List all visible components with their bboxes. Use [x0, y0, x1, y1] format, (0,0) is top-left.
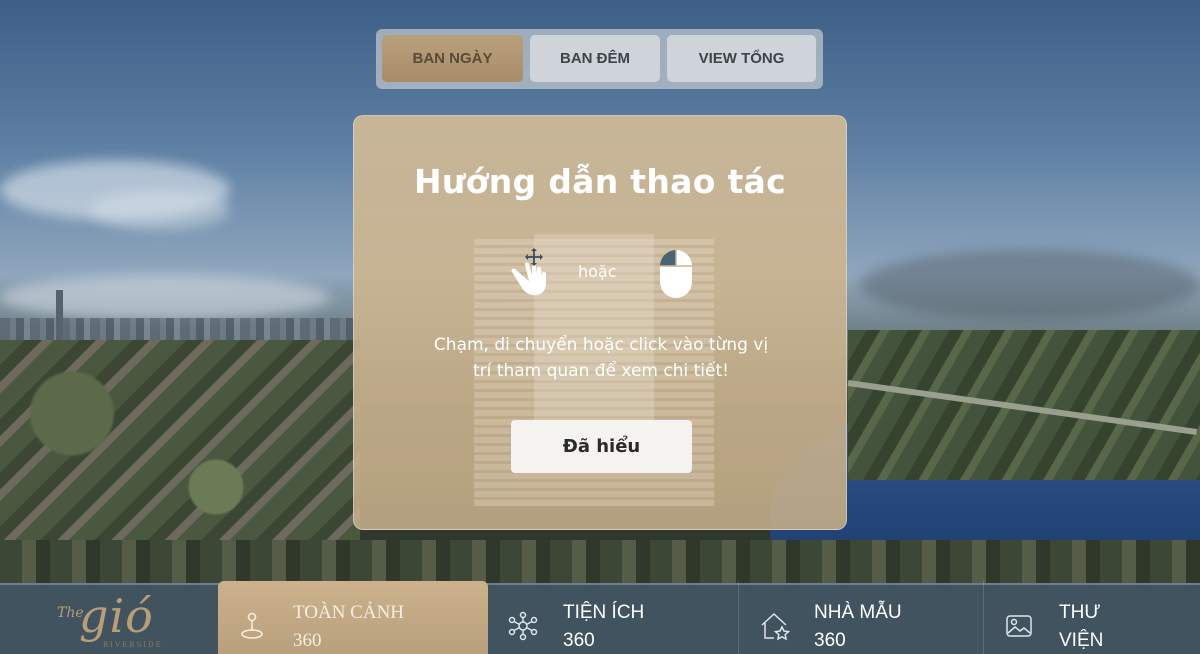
- landmark-tower: [56, 290, 63, 340]
- understood-button[interactable]: Đã hiểu: [511, 420, 692, 473]
- nav-label-line1: TIỆN ÍCH: [563, 602, 645, 623]
- logo-name: gió: [79, 589, 154, 643]
- nav-label: NHÀ MẪU 360: [814, 599, 902, 654]
- nav-label-line2: VIỆN: [1059, 630, 1104, 651]
- tab-ban-ngay[interactable]: BAN NGÀY: [382, 35, 523, 82]
- nav-label-line2: 360: [293, 630, 322, 651]
- person-360-icon: [238, 611, 266, 641]
- nav-label: THƯ VIỆN: [1059, 599, 1103, 654]
- cloud: [860, 250, 1200, 320]
- nav-nha-mau-360[interactable]: NHÀ MẪU 360: [738, 581, 983, 654]
- touch-move-icon: [504, 248, 552, 300]
- nav-label-line2: 360: [814, 630, 846, 651]
- dialog-description: Chạm, di chuyển hoặc click vào từng vị t…: [394, 332, 808, 384]
- nav-label: TIỆN ÍCH 360: [563, 599, 644, 654]
- brand-logo[interactable]: The gió RIVERSIDE: [55, 589, 215, 651]
- network-icon: [508, 611, 538, 641]
- nav-label-line2: 360: [563, 630, 595, 651]
- nav-thu-vien[interactable]: THƯ VIỆN: [983, 581, 1200, 654]
- bottom-navigation: The gió RIVERSIDE TOÀN CẢNH 360 TIỆN ÍCH: [0, 581, 1200, 654]
- cloud: [90, 190, 230, 230]
- view-mode-tabs: BAN NGÀY BAN ĐÊM VIEW TỔNG: [376, 29, 823, 89]
- nav-label-line1: NHÀ MẪU: [814, 602, 902, 623]
- gallery-icon: [1004, 611, 1032, 641]
- nav-toan-canh-360[interactable]: TOÀN CẢNH 360: [218, 581, 488, 654]
- gesture-hints: hoặc: [504, 248, 704, 300]
- house-star-icon: [759, 611, 791, 641]
- instruction-dialog: Hướng dẫn thao tác hoặc Chạm, di chuyển …: [353, 115, 847, 530]
- dialog-title: Hướng dẫn thao tác: [414, 162, 786, 201]
- description-line: Chạm, di chuyển hoặc click vào từng vị: [433, 335, 769, 355]
- nav-label-line1: THƯ: [1059, 602, 1101, 623]
- nav-label: TOÀN CẢNH 360: [293, 599, 404, 654]
- cloud: [0, 275, 330, 320]
- nav-label-line1: TOÀN CẢNH: [293, 602, 405, 623]
- tab-ban-dem[interactable]: BAN ĐÊM: [530, 35, 660, 82]
- nav-tien-ich-360[interactable]: TIỆN ÍCH 360: [488, 581, 738, 654]
- logo-sub: RIVERSIDE: [103, 641, 163, 649]
- or-text: hoặc: [578, 262, 617, 281]
- tab-view-tong[interactable]: VIEW TỔNG: [667, 35, 816, 82]
- mouse-click-icon: [658, 248, 694, 300]
- description-line: trí tham quan để xem chi tiết!: [473, 361, 729, 381]
